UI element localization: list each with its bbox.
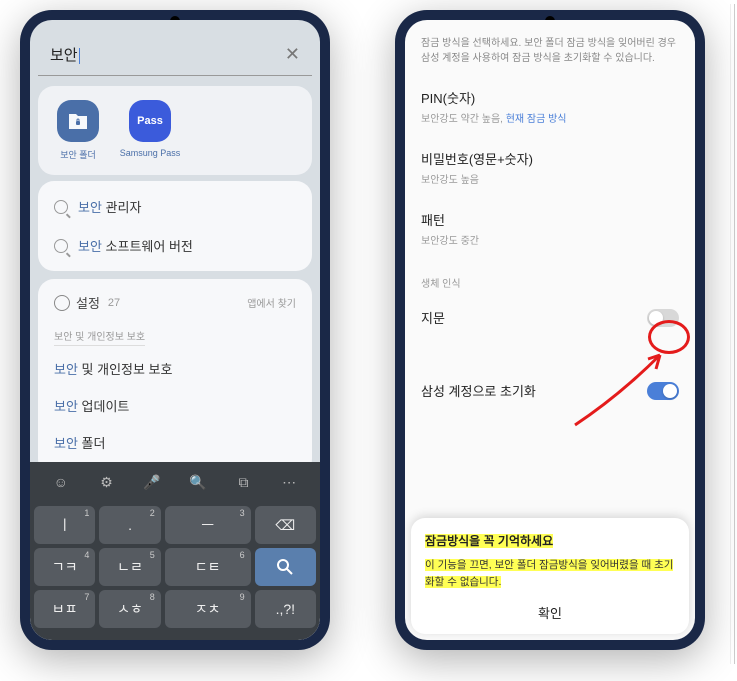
settings-icon[interactable]: ⚙	[94, 470, 118, 494]
suggestion-item[interactable]: 보안 소프트웨어 버전	[38, 226, 312, 265]
gear-icon	[54, 295, 70, 311]
app-secure-folder[interactable]: 보안 폴더	[52, 100, 104, 161]
sheet-title: 잠금방식을 꼭 기억하세요	[425, 534, 553, 548]
screen-left: 보안 ✕ 보안 폴더 Pass Samsung Pass 보안 관	[30, 20, 320, 640]
fingerprint-option[interactable]: 지문	[405, 296, 695, 339]
lock-option-pin[interactable]: PIN(숫자) 보안강도 약간 높음, 현재 잠금 방식	[405, 76, 695, 137]
fingerprint-toggle[interactable]	[647, 309, 679, 327]
search-input[interactable]: 보안	[50, 44, 277, 65]
backspace-key[interactable]: ⌫	[255, 506, 316, 544]
suggestion-item[interactable]: 보안 관리자	[38, 187, 312, 226]
samsung-account-reset-option[interactable]: 삼성 계정으로 초기화	[405, 369, 695, 412]
settings-count: 27	[108, 297, 120, 309]
confirm-button[interactable]: 확인	[425, 591, 675, 626]
app-label: 보안 폴더	[60, 148, 96, 161]
settings-section-label: 보안 및 개인정보 보호	[54, 328, 145, 346]
find-in-app-link[interactable]: 앱에서 찾기	[247, 295, 296, 310]
samsung-reset-toggle[interactable]	[647, 382, 679, 400]
folder-icon	[57, 100, 99, 142]
key[interactable]: ㄱㅋ4	[34, 548, 95, 586]
key[interactable]: ㅣ1	[34, 506, 95, 544]
search-bar[interactable]: 보안 ✕	[38, 34, 312, 76]
app-label: Samsung Pass	[120, 148, 181, 158]
settings-card: 설정 27 앱에서 찾기 보안 및 개인정보 보호 보안 및 개인정보 보호 보…	[38, 279, 312, 475]
translate-icon[interactable]: ⧉	[231, 470, 255, 494]
sheet-body: 이 기능을 끄면, 보안 폴더 잠금방식을 잊어버렸을 때 초기화할 수 없습니…	[425, 559, 673, 588]
biometrics-section-label: 생체 인식	[405, 259, 695, 296]
keyboard: ☺ ⚙ 🎤 🔍 ⧉ ⋯ ㅣ1 .2 ㅡ3 ⌫ ㄱㅋ4 ㄴㄹ5 ㄷㅌ6	[30, 462, 320, 640]
key[interactable]: ㄷㅌ6	[165, 548, 251, 586]
key[interactable]: ㅈㅊ9	[165, 590, 251, 628]
search-key[interactable]	[255, 548, 316, 586]
phone-left: 보안 ✕ 보안 폴더 Pass Samsung Pass 보안 관	[20, 10, 330, 650]
clear-icon[interactable]: ✕	[285, 44, 300, 65]
lock-option-password[interactable]: 비밀번호(영문+숫자) 보안강도 높음	[405, 137, 695, 198]
search-icon	[54, 239, 68, 253]
more-icon[interactable]: ⋯	[277, 470, 301, 494]
settings-item[interactable]: 보안 업데이트	[54, 387, 296, 424]
key[interactable]: ㅂㅍ7	[34, 590, 95, 628]
lock-option-pattern[interactable]: 패턴 보안강도 중간	[405, 198, 695, 259]
settings-item[interactable]: 보안 폴더	[54, 424, 296, 461]
mic-icon[interactable]: 🎤	[140, 470, 164, 494]
search-icon	[54, 200, 68, 214]
search-kbd-icon[interactable]: 🔍	[186, 470, 210, 494]
key[interactable]: ㅅㅎ8	[99, 590, 160, 628]
phone-right: 잠금 방식을 선택하세요. 보안 폴더 잠금 방식을 잊어버린 경우 삼성 계정…	[395, 10, 705, 650]
lock-description: 잠금 방식을 선택하세요. 보안 폴더 잠금 방식을 잊어버린 경우 삼성 계정…	[405, 30, 695, 76]
key[interactable]: ㅡ3	[165, 506, 251, 544]
pass-icon: Pass	[129, 100, 171, 142]
emoji-icon[interactable]: ☺	[49, 470, 73, 494]
settings-title: 설정	[76, 293, 100, 312]
suggestions-card: 보안 관리자 보안 소프트웨어 버전	[38, 181, 312, 271]
screen-right: 잠금 방식을 선택하세요. 보안 폴더 잠금 방식을 잊어버린 경우 삼성 계정…	[405, 20, 695, 640]
key[interactable]: ㄴㄹ5	[99, 548, 160, 586]
app-samsung-pass[interactable]: Pass Samsung Pass	[124, 100, 176, 161]
settings-item[interactable]: 보안 및 개인정보 보호	[54, 350, 296, 387]
apps-card: 보안 폴더 Pass Samsung Pass	[38, 86, 312, 175]
confirm-sheet: 잠금방식을 꼭 기억하세요 이 기능을 끄면, 보안 폴더 잠금방식을 잊어버렸…	[411, 518, 689, 634]
key[interactable]: .2	[99, 506, 160, 544]
key[interactable]: .,?!	[255, 590, 316, 628]
